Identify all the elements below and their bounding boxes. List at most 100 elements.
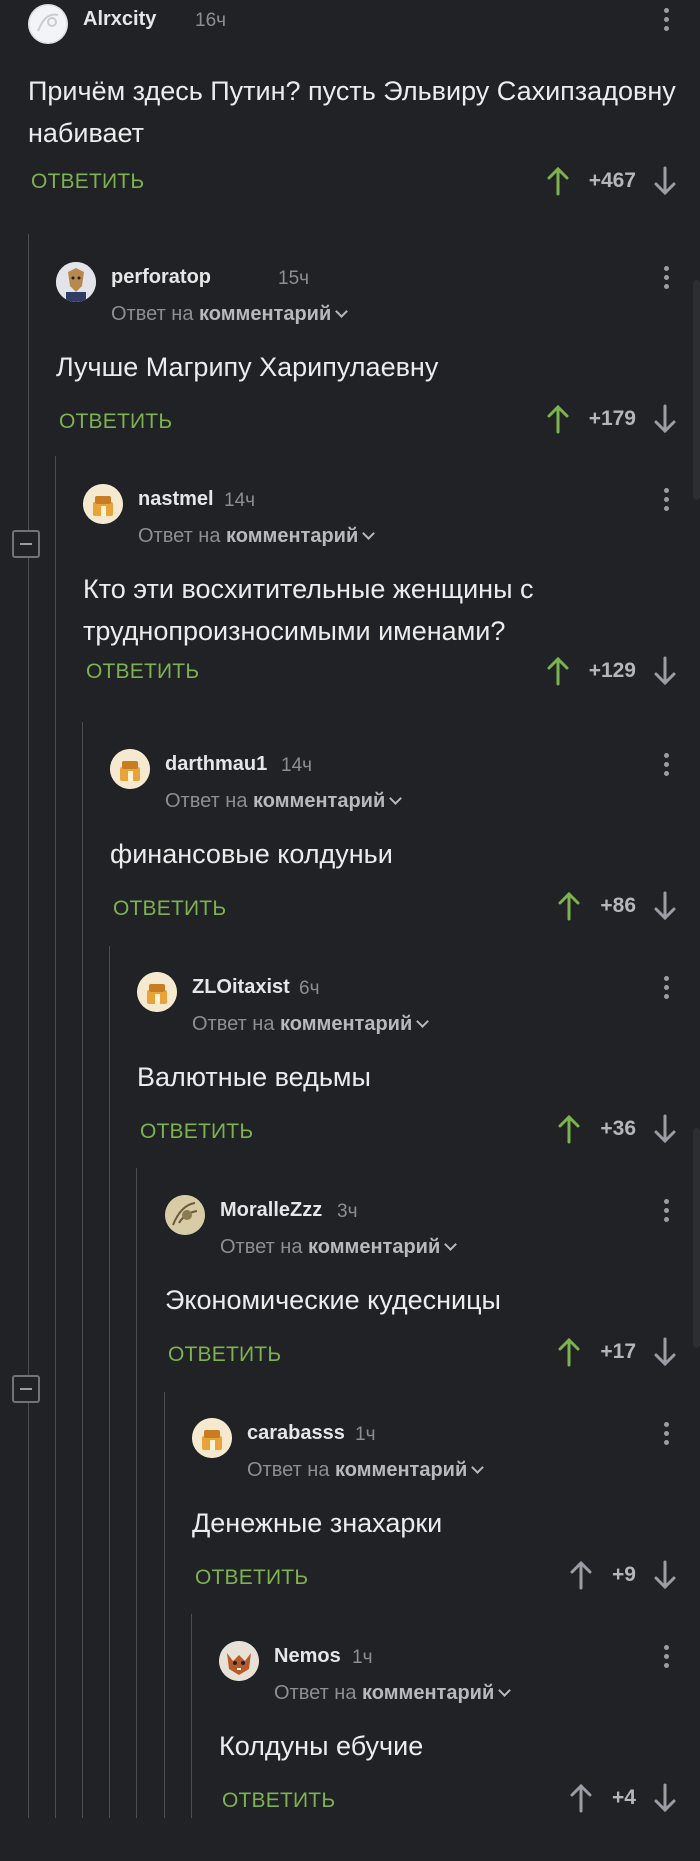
thread-guide-line [136,1168,137,1818]
chevron-down-icon[interactable] [471,1461,485,1474]
thread-guide-line [109,946,110,1818]
reply-button[interactable]: ОТВЕТИТЬ [168,1343,281,1367]
comment-time: 14ч [281,755,313,776]
avatar[interactable] [56,262,96,302]
more-menu-icon[interactable] [664,488,670,511]
comment-score: +467 [588,169,636,192]
collapse-thread-button[interactable] [12,530,40,558]
downvote-arrow-icon[interactable] [652,404,678,434]
upvote-arrow-icon[interactable] [545,166,571,196]
reply-to-link[interactable]: Ответ на комментарий [220,1236,458,1259]
more-menu-icon[interactable] [664,266,670,289]
chevron-down-icon[interactable] [389,792,403,805]
comment-author[interactable]: nastmel [138,488,214,511]
reply-to-prefix: Ответ на [165,790,248,812]
comment-time: 16ч [195,10,227,31]
vote-controls: +4 [568,1783,678,1813]
reply-to-prefix: Ответ на [111,303,194,325]
comment: Nemos 1ч Ответ на комментарий Колдуны еб… [219,1637,700,1861]
reply-button[interactable]: ОТВЕТИТЬ [113,897,226,921]
avatar[interactable] [137,972,177,1012]
comment-text: Кто эти восхитительные женщины с трудноп… [83,574,534,646]
avatar[interactable] [192,1418,232,1458]
chevron-down-icon[interactable] [416,1015,430,1028]
reply-button[interactable]: ОТВЕТИТЬ [140,1120,253,1144]
reply-to-link[interactable]: Ответ на комментарий [247,1459,485,1482]
more-menu-icon[interactable] [664,1645,670,1668]
reply-to-prefix: Ответ на [138,525,221,547]
upvote-arrow-icon[interactable] [568,1783,594,1813]
reply-to-link[interactable]: Ответ на комментарий [192,1013,430,1036]
reply-to-link[interactable]: Ответ на комментарий [138,525,376,548]
comment-time: 15ч [278,268,310,289]
reply-to-target[interactable]: комментарий [362,1682,494,1704]
upvote-arrow-icon[interactable] [556,891,582,921]
comment-author[interactable]: Nemos [274,1645,341,1668]
downvote-arrow-icon[interactable] [652,1783,678,1813]
avatar[interactable] [165,1195,205,1235]
comment-time: 3ч [337,1201,358,1222]
reply-to-target[interactable]: комментарий [335,1459,467,1481]
vote-controls: +36 [556,1114,678,1144]
reply-to-prefix: Ответ на [220,1236,303,1258]
upvote-arrow-icon[interactable] [545,656,571,686]
more-menu-icon[interactable] [664,1422,670,1445]
comment-text: Валютные ведьмы [137,1062,371,1092]
reply-button[interactable]: ОТВЕТИТЬ [59,410,172,434]
reply-to-link[interactable]: Ответ на комментарий [165,790,403,813]
reply-to-link[interactable]: Ответ на комментарий [111,303,349,326]
reply-to-target[interactable]: комментарий [280,1013,412,1035]
reply-button[interactable]: ОТВЕТИТЬ [195,1566,308,1590]
downvote-arrow-icon[interactable] [652,1114,678,1144]
upvote-arrow-icon[interactable] [545,404,571,434]
comment: nastmel 14ч Ответ на комментарий Кто эти… [83,480,700,704]
chevron-down-icon[interactable] [444,1238,458,1251]
downvote-arrow-icon[interactable] [652,166,678,196]
reply-button[interactable]: ОТВЕТИТЬ [222,1789,335,1813]
reply-button[interactable]: ОТВЕТИТЬ [86,660,199,684]
downvote-arrow-icon[interactable] [652,656,678,686]
comment-score: +4 [612,1786,636,1809]
more-menu-icon[interactable] [664,1199,670,1222]
thread-guide-line [164,1392,165,1818]
upvote-arrow-icon[interactable] [556,1337,582,1367]
comment-author[interactable]: carabasss [247,1422,345,1445]
more-menu-icon[interactable] [664,753,670,776]
comment-text: Денежные знахарки [192,1508,443,1538]
comment-time: 1ч [355,1424,376,1445]
reply-to-target[interactable]: комментарий [226,525,358,547]
avatar[interactable] [28,4,68,44]
downvote-arrow-icon[interactable] [652,1560,678,1590]
more-menu-icon[interactable] [664,8,670,31]
comment-author[interactable]: Alrxcity [83,8,156,31]
reply-to-prefix: Ответ на [192,1013,275,1035]
vote-controls: +86 [556,891,678,921]
comment-text: Причём здесь Путин? пусть Эльвиру Сахипз… [28,76,676,148]
reply-to-target[interactable]: комментарий [253,790,385,812]
chevron-down-icon[interactable] [498,1684,512,1697]
downvote-arrow-icon[interactable] [652,891,678,921]
avatar[interactable] [219,1641,259,1681]
comment-score: +9 [612,1563,636,1586]
reply-button[interactable]: ОТВЕТИТЬ [31,170,144,194]
more-menu-icon[interactable] [664,976,670,999]
upvote-arrow-icon[interactable] [568,1560,594,1590]
comment-score: +129 [588,659,636,682]
reply-to-target[interactable]: комментарий [199,303,331,325]
chevron-down-icon[interactable] [362,527,376,540]
comment-author[interactable]: ZLOitaxist [192,976,290,999]
downvote-arrow-icon[interactable] [652,1337,678,1367]
chevron-down-icon[interactable] [335,305,349,318]
comment-author[interactable]: MoralleZzz [220,1199,322,1222]
avatar[interactable] [110,749,150,789]
comment-text: Колдуны ебучие [219,1731,424,1761]
collapse-thread-button[interactable] [12,1375,40,1403]
vote-controls: +9 [568,1560,678,1590]
reply-to-link[interactable]: Ответ на комментарий [274,1682,512,1705]
reply-to-target[interactable]: комментарий [308,1236,440,1258]
avatar[interactable] [83,484,123,524]
comment-author[interactable]: perforatop [111,266,211,289]
comment-score: +17 [600,1340,636,1363]
comment-author[interactable]: darthmau1 [165,753,267,776]
upvote-arrow-icon[interactable] [556,1114,582,1144]
